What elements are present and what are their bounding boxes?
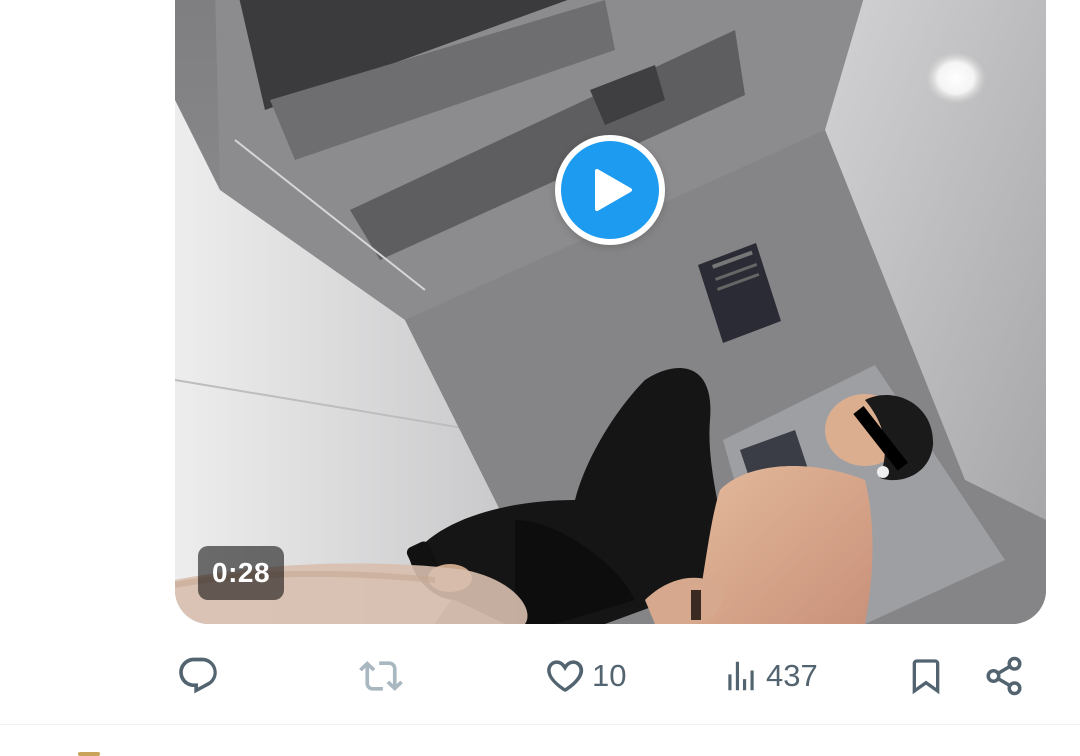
like-button[interactable]: 10	[544, 652, 626, 700]
reply-icon	[176, 654, 220, 698]
bookmark-button[interactable]	[906, 652, 946, 700]
tweet-divider	[0, 724, 1080, 725]
repost-button[interactable]	[358, 652, 410, 700]
heart-icon	[544, 655, 586, 697]
repost-icon	[358, 654, 404, 698]
views-count: 437	[766, 658, 818, 693]
reply-button[interactable]	[176, 652, 226, 700]
play-icon	[561, 141, 659, 239]
bookmark-icon	[906, 654, 946, 698]
video-player[interactable]: 0:28	[175, 0, 1046, 624]
like-count: 10	[592, 658, 627, 693]
share-button[interactable]	[983, 652, 1025, 700]
next-tweet-avatar[interactable]	[78, 752, 100, 756]
views-icon	[722, 656, 760, 696]
tweet-view: 0:28 10 437	[0, 0, 1080, 756]
video-duration: 0:28	[198, 546, 285, 600]
views-button[interactable]: 437	[722, 652, 818, 700]
play-button[interactable]	[555, 135, 665, 245]
video-thumbnail	[175, 0, 1046, 624]
share-icon	[983, 655, 1025, 697]
